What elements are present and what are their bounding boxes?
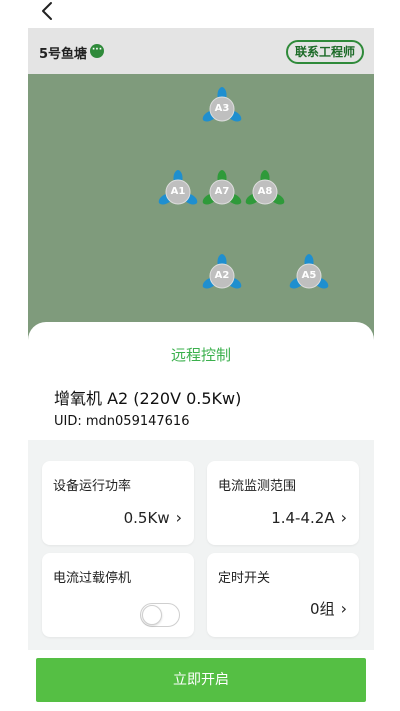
- chevron-right-icon: ›: [340, 508, 347, 527]
- timer-card[interactable]: 定时开关 0组 ›: [207, 553, 359, 637]
- back-button[interactable]: [36, 0, 60, 22]
- overload-stop-toggle[interactable]: [140, 603, 180, 627]
- aerator-label: A1: [170, 186, 186, 197]
- pond-header: 5号鱼塘 ··· 联系工程师: [28, 28, 374, 74]
- overload-stop-label: 电流过载停机: [53, 571, 132, 586]
- aerator-a7[interactable]: A7: [199, 169, 245, 215]
- current-range-value-link[interactable]: 1.4-4.2A ›: [271, 508, 347, 527]
- more-icon[interactable]: ···: [90, 44, 104, 58]
- start-now-button[interactable]: 立即开启: [36, 658, 366, 702]
- aerator-a8[interactable]: A8: [242, 169, 288, 215]
- device-name: 增氧机 A2 (220V 0.5Kw): [54, 389, 242, 408]
- current-range-label: 电流监测范围: [218, 479, 297, 494]
- aerator-a3[interactable]: A3: [199, 86, 245, 132]
- power-label: 设备运行功率: [53, 479, 132, 494]
- overload-stop-card: 电流过载停机: [42, 553, 194, 637]
- device-uid: UID: mdn059147616: [54, 414, 190, 429]
- pond-name: 5号鱼塘: [39, 47, 88, 62]
- power-card[interactable]: 设备运行功率 0.5Kw ›: [42, 461, 194, 545]
- aerator-label: A8: [257, 186, 273, 197]
- aerator-label: A7: [214, 186, 230, 197]
- sheet-title: 远程控制: [170, 346, 231, 364]
- toggle-knob: [142, 605, 162, 625]
- aerator-a5[interactable]: A5: [286, 253, 332, 299]
- aerator-label: A5: [301, 270, 317, 281]
- chevron-right-icon: ›: [175, 508, 182, 527]
- aerator-a1[interactable]: A1: [155, 169, 201, 215]
- power-value-link[interactable]: 0.5Kw ›: [124, 508, 182, 527]
- current-range-card[interactable]: 电流监测范围 1.4-4.2A ›: [207, 461, 359, 545]
- timer-value: 0组: [310, 600, 335, 618]
- current-range-value: 1.4-4.2A: [271, 508, 335, 527]
- aerator-label: A2: [214, 270, 230, 281]
- aerator-a2[interactable]: A2: [199, 253, 245, 299]
- contact-engineer-button[interactable]: 联系工程师: [285, 40, 364, 64]
- settings-card-area: 设备运行功率 0.5Kw › 电流监测范围 1.4-4.2A › 电流过载停机 …: [28, 440, 374, 650]
- timer-label: 定时开关: [218, 571, 271, 586]
- chevron-left-icon: [42, 2, 52, 20]
- chevron-right-icon: ›: [340, 599, 347, 618]
- timer-value-link[interactable]: 0组 ›: [310, 598, 347, 619]
- power-value: 0.5Kw: [123, 508, 170, 527]
- aerator-label: A3: [214, 103, 230, 114]
